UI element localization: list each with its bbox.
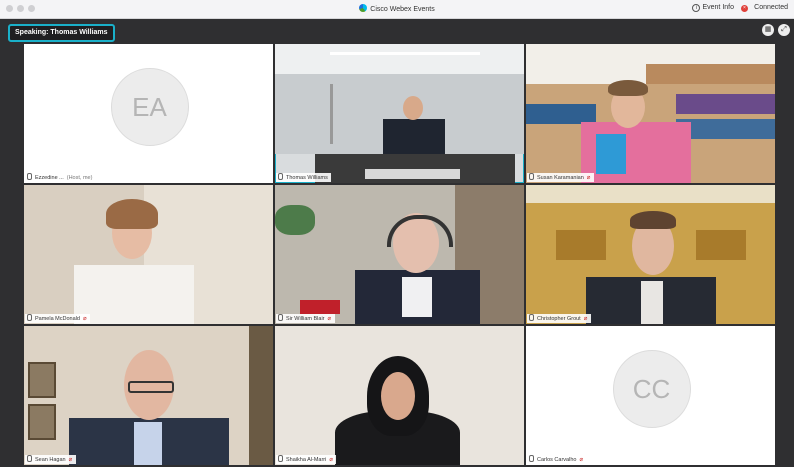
participant-name-tag: Sean Hagan ⌀	[25, 455, 76, 464]
microphone-icon	[278, 173, 283, 180]
microphone-icon	[529, 314, 534, 321]
shirt	[402, 277, 432, 317]
muted-icon: ⌀	[68, 457, 73, 463]
webex-logo-icon	[359, 4, 368, 12]
participant-name-tag: Christopher Grout ⌀	[527, 314, 591, 323]
participant-name: Ezzedine ...	[35, 175, 64, 181]
participant-tile[interactable]: Pamela McDonald ⌀	[24, 185, 273, 324]
ceiling	[526, 185, 775, 203]
person-torso	[74, 265, 194, 324]
muted-icon: ⌀	[327, 316, 332, 322]
participant-name: Sir William Blair	[286, 316, 325, 322]
microphone-icon	[278, 455, 283, 462]
muted-icon: ⌀	[82, 316, 87, 322]
books	[676, 94, 775, 114]
ceiling	[275, 44, 524, 74]
participant-tile[interactable]: Sean Hagan ⌀	[24, 326, 273, 465]
doorframe	[249, 326, 273, 465]
plant	[275, 205, 315, 235]
participant-name: Pamela McDonald	[35, 316, 80, 322]
muted-icon: ⌀	[583, 316, 588, 322]
close-circle-icon[interactable]: ×	[741, 5, 748, 12]
wall-frame	[28, 404, 56, 440]
microphone-icon	[278, 314, 283, 321]
wall-pattern	[556, 230, 606, 260]
microphone-icon	[27, 173, 32, 180]
glasses	[128, 381, 174, 393]
participant-status: (Host, me)	[66, 175, 93, 181]
person-hair	[106, 199, 158, 229]
shirt	[134, 422, 162, 465]
fullscreen-icon[interactable]: ⤢	[778, 24, 790, 36]
shelf	[646, 64, 775, 84]
participant-name: Thomas Williams	[286, 175, 328, 181]
participant-tile[interactable]: EA Ezzedine ... (Host, me)	[24, 44, 273, 183]
speaking-indicator: Speaking: Thomas Williams	[8, 24, 115, 42]
muted-icon: ⌀	[579, 457, 584, 463]
title-bar: Cisco Webex Events i Event Info × Connect…	[0, 0, 794, 19]
participant-tile[interactable]: Shaikha Al-Marri ⌀	[275, 326, 524, 465]
person-head	[381, 372, 415, 420]
avatar: CC	[612, 349, 691, 428]
info-icon: i	[692, 4, 701, 12]
participant-name: Sean Hagan	[35, 457, 66, 463]
participant-tile[interactable]: Thomas Williams	[275, 44, 524, 183]
grid-layout-icon[interactable]: ▦	[762, 24, 774, 36]
participant-name: Shaikha Al-Marri	[286, 457, 327, 463]
avatar: EA	[110, 67, 189, 146]
red-book	[300, 300, 340, 314]
shirt-pattern	[596, 134, 626, 174]
participant-tile[interactable]: Susan Karamanian ⌀	[526, 44, 775, 183]
participant-name-tag: Shaikha Al-Marri ⌀	[276, 455, 337, 464]
door-handle	[330, 84, 333, 144]
window-title: Cisco Webex Events	[0, 4, 794, 13]
person-head	[403, 96, 423, 120]
participant-name-tag: Pamela McDonald ⌀	[25, 314, 90, 323]
participant-name: Christopher Grout	[537, 316, 581, 322]
person-hair	[608, 80, 648, 96]
app-title: Cisco Webex Events	[370, 6, 435, 13]
video-grid: EA Ezzedine ... (Host, me) Thomas William…	[24, 44, 776, 467]
speaking-name: Thomas Williams	[50, 29, 108, 36]
participant-tile[interactable]: CC Carlos Carvalho ⌀	[526, 326, 775, 465]
shirt	[641, 281, 663, 324]
event-info-button[interactable]: i Event Info	[692, 4, 734, 12]
books	[526, 104, 596, 124]
person-torso	[383, 119, 445, 159]
microphone-icon	[529, 173, 534, 180]
microphone-icon	[27, 455, 32, 462]
event-info-label: Event Info	[702, 4, 734, 11]
participant-name-tag: Sir William Blair ⌀	[276, 314, 335, 323]
microphone-icon	[27, 314, 32, 321]
speaking-label: Speaking:	[15, 29, 49, 36]
muted-icon: ⌀	[329, 457, 333, 463]
microphone-icon	[529, 455, 534, 462]
papers	[365, 169, 460, 179]
ceiling-light	[330, 52, 480, 55]
participant-name-tag: Thomas Williams	[276, 173, 331, 182]
participant-name-tag: Susan Karamanian ⌀	[527, 173, 594, 182]
participant-name-tag: Ezzedine ... (Host, me)	[25, 173, 96, 182]
participant-tile[interactable]: Christopher Grout ⌀	[526, 185, 775, 324]
view-controls: ▦ ⤢	[762, 24, 790, 36]
person-hair	[630, 211, 676, 229]
connection-status: Connected	[754, 4, 788, 11]
participant-name-tag: Carlos Carvalho ⌀	[527, 455, 587, 464]
participant-tile[interactable]: Sir William Blair ⌀	[275, 185, 524, 324]
wall-frame	[28, 362, 56, 398]
wall-pattern	[696, 230, 746, 260]
participant-name: Susan Karamanian	[537, 175, 584, 181]
participant-name: Carlos Carvalho	[537, 457, 577, 463]
muted-icon: ⌀	[586, 175, 591, 181]
